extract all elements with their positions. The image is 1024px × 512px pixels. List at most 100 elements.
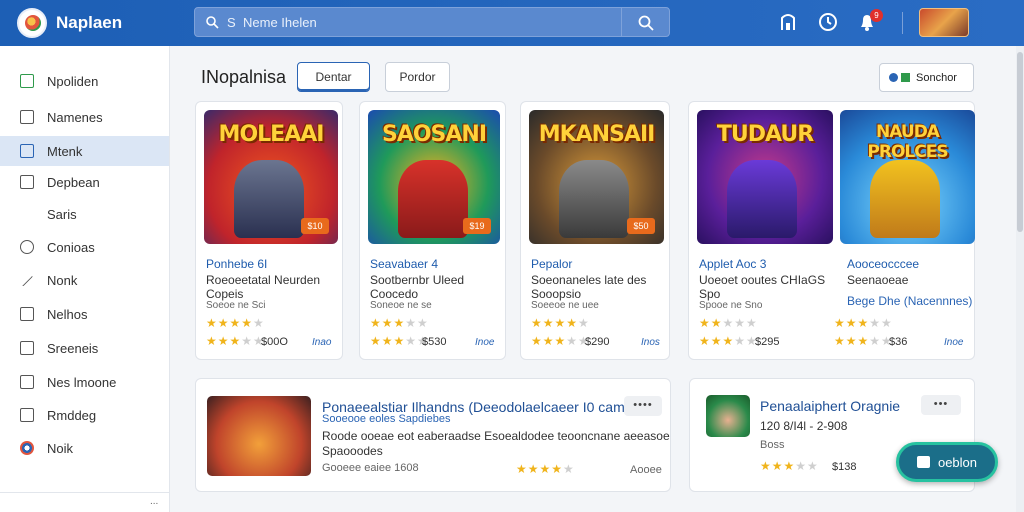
game-desc-2: Coocedo	[370, 287, 419, 301]
fab-label: oeblon	[937, 454, 978, 470]
game-name[interactable]: Aooceocccee	[847, 257, 919, 271]
game-desc: Uoeoet ooutes CHIaGS	[699, 273, 826, 287]
sort-button[interactable]: Sonchor	[879, 63, 974, 92]
hero-art	[870, 160, 940, 238]
sidebar: Npoliden Namenes Mtenk Depbean Saris Con…	[0, 46, 170, 512]
featured-title[interactable]: Penaalaiphert Oragnie	[760, 398, 900, 414]
rating-stars: ★★★★★	[206, 316, 265, 330]
game-name[interactable]: Pepalor	[531, 257, 572, 271]
sidebar-item-lmoone[interactable]: Nes lmoone	[0, 367, 169, 397]
rating-stars-2: ★★★★★	[531, 334, 590, 348]
clock-icon[interactable]	[818, 12, 838, 32]
floating-action-button[interactable]: oeblon	[896, 442, 998, 482]
sidebar-item-noik[interactable]: Noik	[0, 433, 169, 463]
sidebar-item-home[interactable]: Npoliden	[0, 66, 169, 96]
search-input[interactable]: Neme Ihelen	[243, 15, 317, 30]
game-card[interactable]: MKANSAII $50 Pepalor Soeonaneles late de…	[520, 101, 670, 360]
list-icon	[20, 144, 34, 158]
app-title: Naplaen	[56, 13, 123, 32]
header-divider	[902, 12, 903, 34]
game-name[interactable]: Ponhebe 6I	[206, 257, 267, 271]
featured-desc: 120 8/I4l - 2-908	[760, 419, 848, 433]
sidebar-item-menu[interactable]: Mtenk	[0, 136, 169, 166]
search-prefix: S	[227, 15, 236, 30]
game-count: $530	[422, 336, 447, 348]
sidebar-item-label: Depbean	[47, 174, 100, 190]
window-icon	[20, 175, 34, 189]
sidebar-item-depbean[interactable]: Depbean	[0, 167, 169, 197]
game-cover[interactable]: MKANSAII $50	[529, 110, 664, 244]
rating-stars: ★★★★★	[699, 316, 758, 330]
game-desc: Roeoeetatal Neurden	[206, 273, 321, 287]
featured-card[interactable]: Ponaeealstiar Ilhandns (Deeodolaelcaeer …	[195, 378, 671, 492]
sidebar-item-label: Sreeneis	[47, 340, 99, 356]
game-card[interactable]: SAOSANI $19 Seavabaer 4 Sootbernbr Uleed…	[359, 101, 506, 360]
edit-icon	[916, 456, 930, 468]
top-bar: Naplaen S Neme Ihelen 9	[0, 0, 1024, 46]
game-cover[interactable]: SAOSANI $19	[368, 110, 500, 244]
home-icon	[20, 74, 34, 88]
game-name[interactable]: Seavabaer 4	[370, 257, 438, 271]
pencil-icon	[20, 273, 34, 287]
more-options-button[interactable]: •••	[921, 395, 961, 415]
search-icon	[206, 16, 219, 29]
sidebar-item-screens[interactable]: Sreeneis	[0, 333, 169, 363]
game-link[interactable]: Inoe	[475, 337, 494, 348]
featured-thumbnail[interactable]	[706, 395, 750, 437]
sidebar-item-reading[interactable]: Rmddeg	[0, 400, 169, 430]
search-bar[interactable]: S Neme Ihelen	[194, 7, 670, 37]
cover-title: TUDAUR	[716, 122, 814, 147]
page-title: INopalnisa	[201, 67, 287, 87]
game-card-group: TUDAUR Applet Aoc 3 Uoeoet ooutes CHIaGS…	[688, 101, 975, 360]
search-icon	[638, 15, 654, 31]
game-link[interactable]: Inao	[312, 337, 331, 348]
sort-label: Sonchor	[916, 71, 957, 84]
game-cover[interactable]: MOLEAAI $10	[204, 110, 338, 244]
rating-stars: ★★★★★	[834, 316, 893, 330]
price-tag: $10	[301, 218, 329, 234]
globe-icon	[20, 441, 34, 455]
game-name[interactable]: Applet Aoc 3	[699, 257, 766, 271]
sidebar-item-nonk[interactable]: Nonk	[0, 265, 169, 295]
game-cover[interactable]: TUDAUR	[697, 110, 833, 244]
game-link[interactable]: Inoe	[944, 337, 963, 348]
cover-title: SAOSANI	[381, 122, 487, 147]
game-desc: Soeonaneles late des	[531, 273, 647, 287]
featured-meta: Gooeee eaiee 1608	[322, 462, 419, 474]
app-logo[interactable]	[17, 8, 47, 38]
sidebar-item-label: Conioas	[47, 239, 95, 255]
featured-desc-2: Spaooodes	[322, 444, 383, 458]
sidebar-item-saris[interactable]: Saris	[0, 199, 169, 229]
game-sub: Spooe ne Sno	[699, 300, 763, 311]
more-options-button[interactable]: ••••	[624, 396, 662, 416]
gear-icon	[20, 240, 34, 254]
sidebar-item-label: Namenes	[47, 109, 103, 125]
game-count: $00O	[261, 336, 288, 348]
user-avatar[interactable]	[919, 8, 969, 37]
notification-badge: 9	[870, 9, 883, 22]
game-count: $290	[585, 336, 610, 348]
featured-thumbnail[interactable]	[207, 396, 311, 476]
featured-tag: Aooee	[630, 464, 662, 476]
game-link[interactable]: Inos	[641, 337, 660, 348]
game-sub: Soeeoe ne uee	[531, 300, 599, 311]
game-desc: Sootbernbr Uleed	[370, 273, 465, 287]
sidebar-item-mail[interactable]: Nelhos	[0, 299, 169, 329]
door-icon[interactable]	[778, 12, 798, 32]
filter-tab-2[interactable]: Pordor	[385, 62, 450, 92]
price-tag: $19	[463, 218, 491, 234]
game-card[interactable]: MOLEAAI $10 Ponhebe 6I Roeoeetatal Neurd…	[195, 101, 343, 360]
filter-tab-1[interactable]: Dentar	[297, 62, 370, 92]
game-count: $36	[889, 336, 908, 348]
search-button[interactable]	[621, 8, 669, 36]
scrollbar-thumb[interactable]	[1017, 52, 1023, 232]
sidebar-item-label: Saris	[47, 206, 77, 222]
sidebar-item-names[interactable]: Namenes	[0, 102, 169, 132]
rating-stars-2: ★★★★★	[206, 334, 265, 348]
sidebar-more[interactable]: ...	[150, 496, 158, 507]
game-desc-2: Bege Dhe (Nacennnes)	[847, 294, 973, 308]
rating-stars: ★★★★★	[370, 316, 429, 330]
sidebar-item-settings[interactable]: Conioas	[0, 232, 169, 262]
game-cover[interactable]: NAUDA PROLCES	[840, 110, 975, 244]
rating-stars-2: ★★★★★	[370, 334, 429, 348]
